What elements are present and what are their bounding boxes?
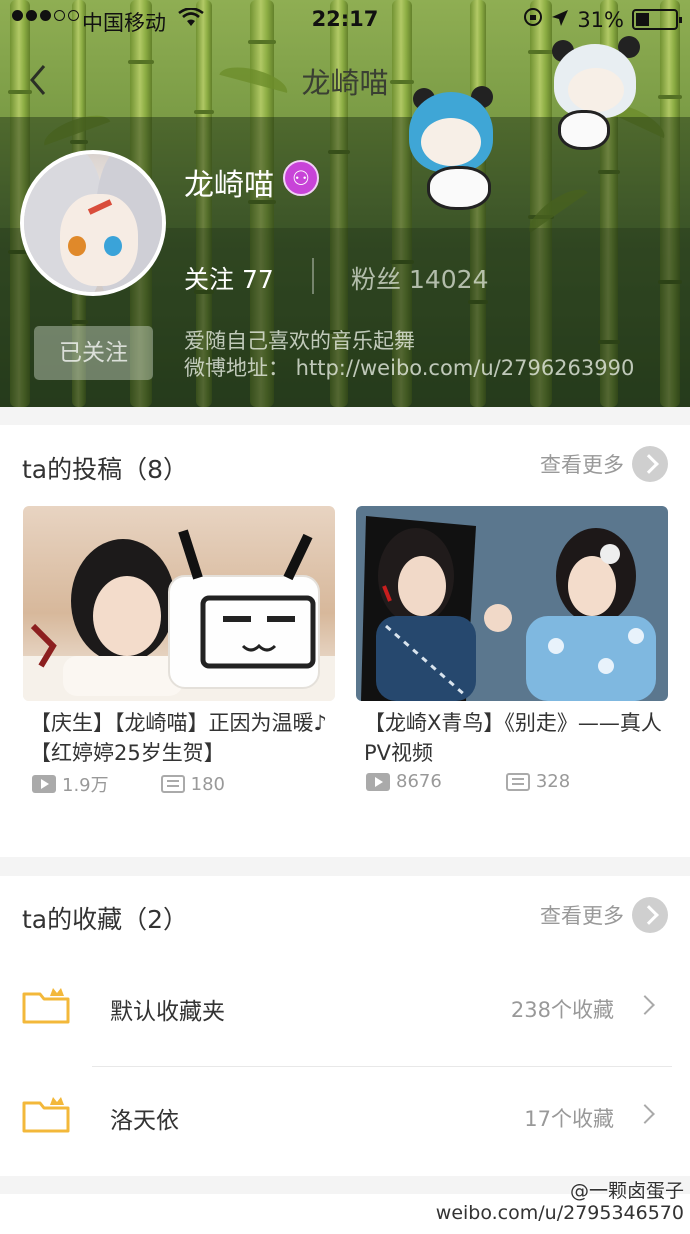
battery-icon (632, 9, 682, 30)
video-title[interactable]: 【龙崎X青鸟】《别走》——真人PV视频 (364, 708, 664, 768)
fans-stat[interactable]: 粉丝 14024 (351, 260, 489, 296)
following-stat[interactable]: 关注 77 (184, 260, 274, 296)
verified-badge-icon: ⚇ (283, 160, 319, 196)
favorite-folder-row[interactable]: 默认收藏夹 238个收藏 (0, 958, 690, 1066)
rotation-lock-icon (523, 7, 543, 32)
video-title[interactable]: 【庆生】【龙崎喵】正因为温暖♪【红婷婷25岁生贺】 (30, 708, 330, 768)
more-label: 查看更多 (540, 453, 624, 477)
submissions-title: ta的投稿（8） (22, 455, 189, 484)
profile-header: 中国移动 22:17 31% 龙崎喵 龙崎喵 ⚇ 关注 77 粉丝 14024 … (0, 0, 690, 407)
play-count-icon (32, 775, 56, 793)
page-title: 龙崎喵 (301, 66, 389, 100)
user-name: 龙崎喵 (184, 168, 274, 203)
watermark-user: @一颗卤蛋子 (569, 1180, 684, 1202)
play-count-icon (366, 772, 390, 791)
bio: 爱随自己喜欢的音乐起舞 微博地址： http://weibo.com/u/279… (184, 328, 634, 382)
more-label: 查看更多 (540, 904, 624, 928)
favorites-more-button[interactable]: 查看更多 (540, 897, 668, 933)
video-thumbnail[interactable] (23, 506, 335, 701)
comment-count-icon (160, 775, 185, 793)
folder-crown-icon (22, 988, 70, 1024)
favorite-folder-row[interactable]: 洛天依 17个收藏 (0, 1067, 690, 1175)
battery-percent: 31% (577, 7, 624, 32)
folder-count: 238个收藏 (510, 998, 614, 1022)
chevron-right-icon (635, 1104, 655, 1124)
fans-label: 粉丝 (351, 265, 402, 294)
folder-name: 洛天依 (110, 1108, 179, 1134)
following-count: 77 (241, 265, 274, 294)
favorites-title: ta的收藏（2） (22, 905, 189, 934)
comment-count: 328 (535, 771, 571, 792)
followed-button[interactable]: 已关注 (34, 326, 153, 380)
comment-count: 180 (190, 773, 225, 795)
chevron-right-circle-icon (632, 446, 668, 482)
folder-crown-icon (22, 1097, 70, 1133)
chevron-right-circle-icon (632, 897, 668, 933)
comment-count-icon (505, 772, 530, 791)
fans-count: 14024 (408, 265, 489, 294)
video-stats: 8676 328 (366, 771, 570, 792)
following-label: 关注 (184, 265, 235, 294)
watermark-url: weibo.com/u/2795346570 (435, 1202, 684, 1224)
location-arrow-icon (551, 8, 569, 32)
stat-divider (312, 258, 314, 294)
folder-count: 17个收藏 (524, 1107, 614, 1131)
weibo-watermark: @一颗卤蛋子 weibo.com/u/2795346570 (436, 1180, 684, 1224)
avatar[interactable] (20, 150, 166, 296)
folder-name: 默认收藏夹 (110, 999, 225, 1025)
bio-line: 爱随自己喜欢的音乐起舞 (184, 329, 415, 353)
bio-weibo-link[interactable]: 微博地址： http://weibo.com/u/2796263990 (184, 355, 634, 382)
submissions-more-button[interactable]: 查看更多 (540, 446, 668, 482)
status-bar: 中国移动 22:17 31% (0, 0, 690, 40)
play-count: 1.9万 (62, 775, 109, 796)
video-thumbnail[interactable] (356, 506, 668, 701)
play-count: 8676 (396, 771, 442, 792)
chevron-right-icon (635, 995, 655, 1015)
video-stats: 1.9万 180 (32, 771, 225, 797)
